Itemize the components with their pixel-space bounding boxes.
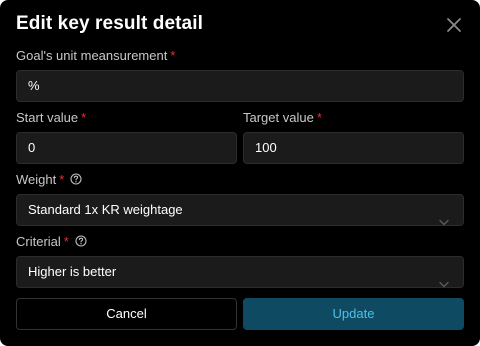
dialog-title: Edit key result detail (16, 13, 203, 34)
start-value-required-mark: * (81, 110, 87, 125)
target-value: 100 (255, 140, 277, 155)
target-value-required-mark: * (316, 110, 322, 125)
target-value-label: Target value * (243, 110, 322, 125)
unit-required-mark: * (170, 48, 176, 63)
update-button[interactable]: Update (243, 298, 464, 330)
start-value-label-text: Start value (16, 110, 79, 125)
cancel-button[interactable]: Cancel (16, 298, 237, 330)
target-value-label-text: Target value (243, 110, 314, 125)
unit-input[interactable]: % (16, 70, 464, 102)
start-value-input[interactable]: 0 (16, 132, 237, 164)
criterial-help-icon[interactable] (75, 235, 87, 250)
unit-label-text: Goal's unit meansurement (16, 48, 168, 63)
unit-value: % (28, 78, 40, 93)
target-value-input[interactable]: 100 (243, 132, 464, 164)
criterial-select[interactable]: Higher is better (16, 256, 464, 288)
criterial-label: Criterial * (16, 234, 87, 250)
criterial-selected-value: Higher is better (28, 264, 117, 279)
weight-help-icon[interactable] (70, 173, 82, 188)
edit-key-result-dialog: Edit key result detail Goal's unit means… (0, 0, 480, 346)
weight-label-text: Weight (16, 172, 57, 187)
chevron-down-icon (439, 207, 449, 237)
unit-label: Goal's unit meansurement * (16, 48, 175, 63)
criterial-required-mark: * (63, 234, 69, 249)
chevron-down-icon (439, 269, 449, 299)
criterial-label-text: Criterial (16, 234, 61, 249)
close-icon[interactable] (444, 15, 464, 35)
weight-selected-value: Standard 1x KR weightage (28, 202, 183, 217)
start-value-label: Start value * (16, 110, 86, 125)
weight-required-mark: * (59, 172, 65, 187)
start-value: 0 (28, 140, 36, 155)
weight-label: Weight * (16, 172, 82, 188)
weight-select[interactable]: Standard 1x KR weightage (16, 194, 464, 226)
